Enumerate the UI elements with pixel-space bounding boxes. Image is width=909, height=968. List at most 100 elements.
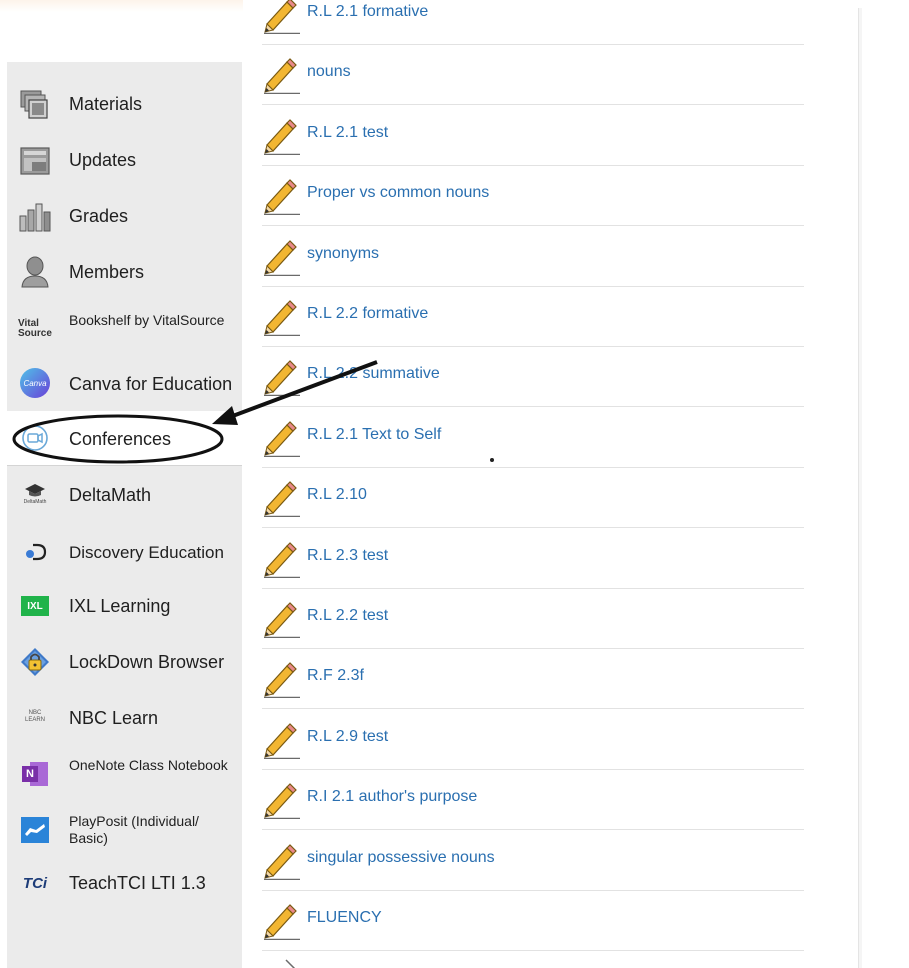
material-title: Proper vs common nouns [307, 184, 490, 202]
material-item[interactable]: singular possessive nouns [262, 830, 804, 891]
material-item[interactable]: nouns [262, 44, 804, 106]
sidebar-item-label: Members [69, 262, 145, 282]
pencil-icon [262, 538, 300, 578]
material-item[interactable]: R.L 2.1 test [262, 105, 804, 166]
grades-icon [18, 200, 52, 234]
sidebar-item-grades[interactable]: Grades [7, 200, 242, 234]
material-item[interactable]: R.L 2.2 test [262, 588, 804, 649]
ixl-icon: IXL [18, 589, 52, 623]
sidebar-item-nbc-learn[interactable]: NBC LEARN NBC Learn [7, 700, 242, 734]
sidebar-item-discovery-education[interactable]: Discovery Education [7, 535, 242, 569]
conferences-icon [18, 421, 52, 455]
pencil-icon [262, 598, 300, 639]
pencil-icon [262, 356, 300, 397]
sidebar-item-label: OneNote Class Notebook [69, 757, 228, 773]
material-title: R.L 2.2 test [307, 607, 389, 624]
material-title: R.I 2.1 author's purpose [307, 788, 478, 806]
material-title: R.L 2.10 [307, 486, 367, 504]
sidebar-item-label: IXL Learning [69, 596, 171, 616]
material-title: R.L 2.1 test [307, 123, 389, 141]
sidebar-item-label: Materials [69, 94, 143, 114]
sidebar-item-label: Discovery Education [69, 543, 224, 562]
material-item[interactable]: R.L 2.10 [262, 467, 804, 529]
vitalsource-icon: Vital Source [18, 318, 52, 339]
playposit-icon [18, 813, 52, 847]
pencil-icon [262, 236, 300, 276]
material-title: R.L 2.1 formative [307, 3, 429, 20]
materials-icon [18, 88, 52, 122]
material-title: R.L 2.3 test [307, 546, 389, 564]
sidebar-item-label: Conferences [69, 429, 172, 449]
pencil-icon [262, 840, 300, 880]
material-item[interactable]: R.L 2.3 test [262, 528, 804, 589]
sidebar-item-label: PlayPosit (Individual/ Basic) [69, 813, 199, 846]
pencil-icon [262, 115, 300, 156]
material-title: R.F 2.3f [307, 667, 364, 685]
sidebar-item-label: Updates [69, 150, 137, 170]
material-item[interactable]: R.L 2.1 Text to Self [262, 407, 804, 468]
sidebar-item-ixl[interactable]: IXL IXL Learning [7, 589, 242, 623]
onenote-icon: N [18, 757, 52, 791]
material-item[interactable]: R.L 2.2 summative [262, 346, 804, 408]
course-sidebar: Materials Updates Grades Members Vital S… [7, 62, 242, 968]
material-title: synonyms [307, 244, 380, 262]
material-title: R.L 2.9 test [307, 727, 389, 745]
sidebar-item-members[interactable]: Members [7, 255, 242, 289]
material-title: singular possessive nouns [307, 848, 495, 866]
sidebar-item-lockdown-browser[interactable]: LockDown Browser [7, 645, 242, 679]
material-title: nouns [307, 63, 351, 81]
sidebar-item-updates[interactable]: Updates [7, 144, 242, 178]
lockdown-browser-icon [18, 645, 52, 679]
material-item[interactable]: Proper vs common nouns [262, 165, 804, 227]
material-item[interactable]: R.L 2.9 test [262, 709, 804, 770]
sidebar-item-label: Grades [69, 206, 129, 226]
sidebar-item-playposit[interactable]: PlayPosit (Individual/ Basic) [7, 810, 242, 850]
divider [7, 465, 242, 466]
pencil-icon [262, 175, 300, 216]
material-item[interactable]: R.L 2.1 formative [262, 0, 804, 45]
sidebar-item-vitalsource[interactable]: Vital Source Bookshelf by VitalSource [7, 309, 242, 349]
sidebar-item-label: TeachTCI LTI 1.3 [69, 873, 206, 893]
content-shadow [859, 8, 862, 968]
sidebar-item-label: Canva for Education [69, 374, 233, 394]
pencil-icon [262, 417, 300, 458]
nbc-learn-icon: NBC LEARN [24, 710, 45, 723]
sidebar-item-canva[interactable]: Canva Canva for Education [7, 366, 242, 400]
sidebar-item-onenote[interactable]: N OneNote Class Notebook [7, 754, 242, 794]
material-item[interactable]: FLUENCY [262, 890, 804, 951]
pencil-icon [262, 900, 300, 941]
deltamath-icon: DeltaMath [18, 477, 52, 511]
material-title: R.L 2.2 summative [307, 365, 440, 383]
pencil-icon [262, 719, 300, 760]
material-title: FLUENCY [307, 909, 382, 926]
pencil-icon [262, 958, 302, 968]
pencil-icon [262, 658, 300, 699]
sidebar-item-label: LockDown Browser [69, 652, 225, 672]
pencil-icon [262, 477, 300, 518]
pencil-icon [262, 779, 300, 820]
sidebar-item-conferences[interactable]: Conferences [7, 411, 242, 465]
sidebar-item-deltamath[interactable]: DeltaMath DeltaMath [7, 477, 242, 511]
updates-icon [18, 144, 52, 178]
sidebar-item-label: Bookshelf by VitalSource [69, 312, 225, 328]
stray-dot [490, 458, 494, 462]
material-title: R.L 2.2 formative [307, 305, 429, 322]
sidebar-item-teachtci[interactable]: TCi TeachTCI LTI 1.3 [7, 866, 242, 900]
material-item[interactable]: R.I 2.1 author's purpose [262, 769, 804, 831]
material-item[interactable]: R.F 2.3f [262, 648, 804, 710]
members-icon [18, 255, 52, 289]
pencil-icon [262, 0, 300, 35]
material-title: R.L 2.1 Text to Self [307, 425, 442, 443]
pencil-icon [262, 296, 300, 337]
material-item[interactable]: synonyms [262, 226, 804, 287]
material-item[interactable]: R.L 2.2 formative [262, 286, 804, 347]
app-window: Materials Updates Grades Members Vital S… [0, 0, 909, 968]
sidebar-item-label: DeltaMath [69, 485, 152, 505]
teachtci-icon: TCi [22, 874, 48, 892]
header-strip [0, 0, 243, 12]
pencil-icon [262, 54, 300, 95]
discovery-education-icon [18, 535, 52, 569]
sidebar-item-materials[interactable]: Materials [7, 88, 242, 122]
canva-icon: Canva [18, 366, 52, 400]
sidebar-item-label: NBC Learn [69, 708, 159, 728]
